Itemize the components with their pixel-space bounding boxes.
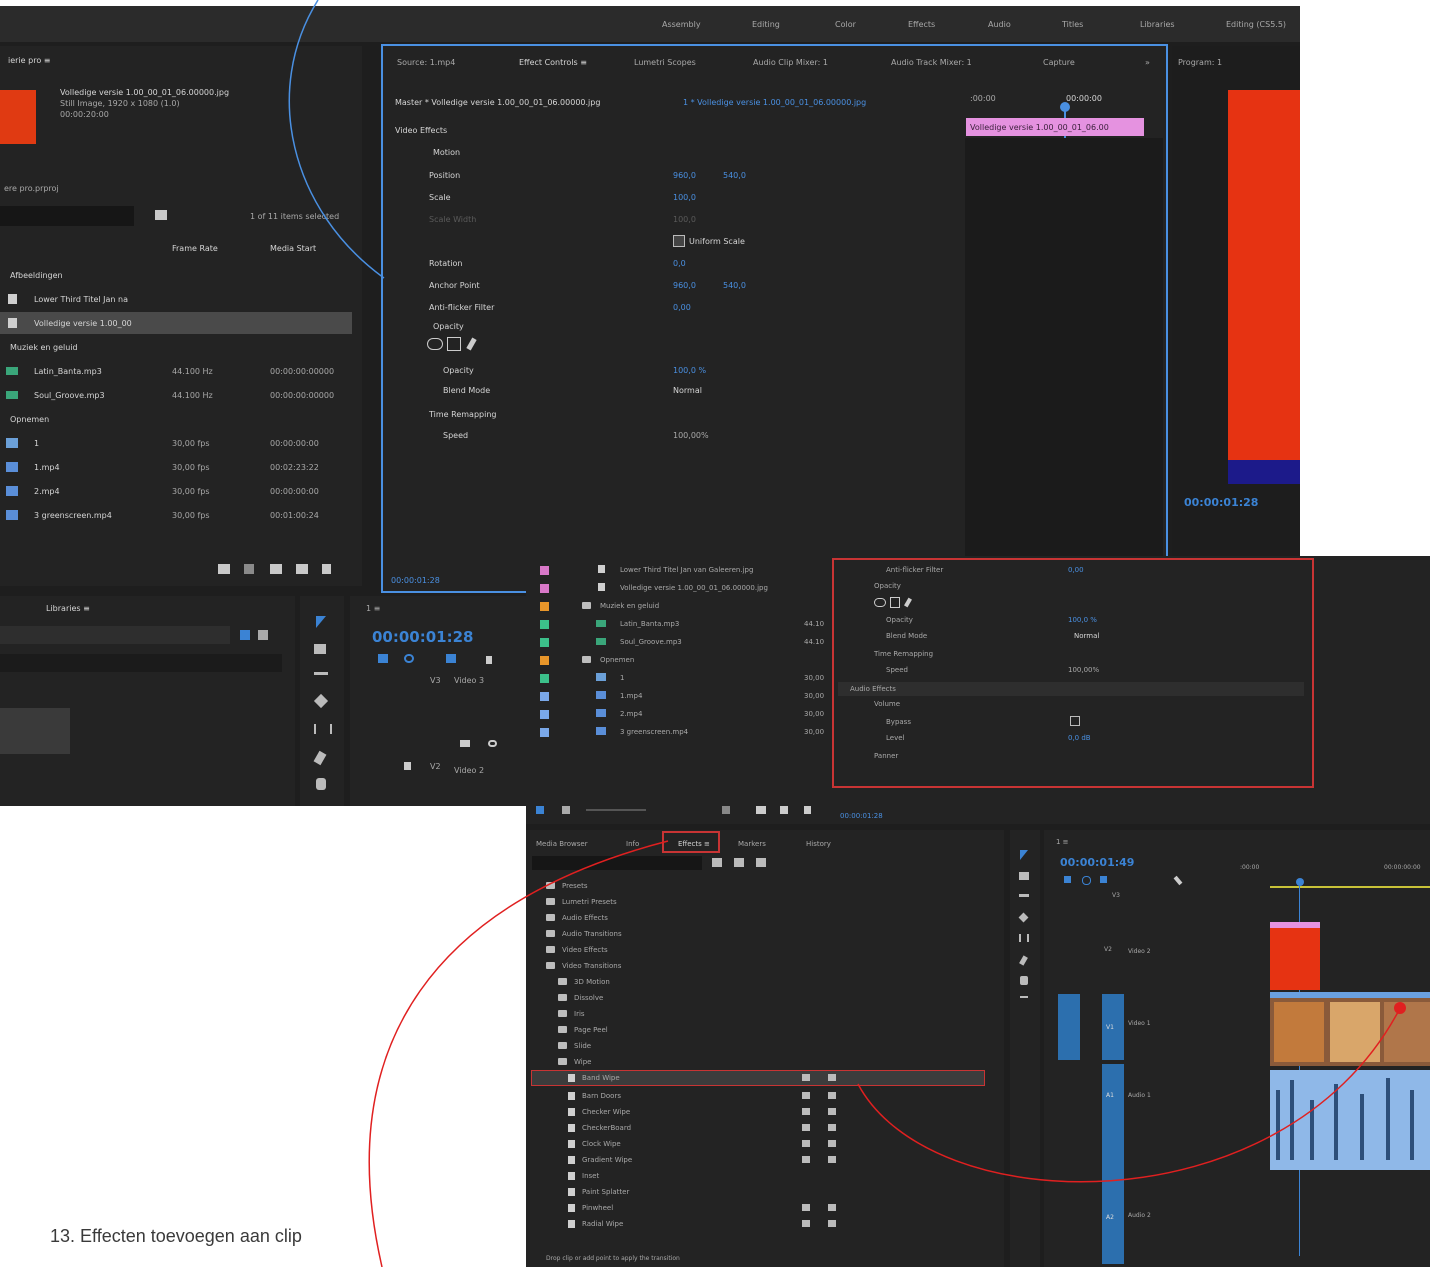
red-callout-arc-left — [368, 840, 669, 1267]
red-callout-arc-right — [857, 1011, 1399, 1183]
caption: 13. Effecten toevoegen aan clip — [50, 1226, 302, 1246]
drop-target-dot — [1394, 1002, 1406, 1014]
blue-callout-arc — [288, 0, 385, 279]
annotation-overlay — [288, 0, 1406, 1267]
